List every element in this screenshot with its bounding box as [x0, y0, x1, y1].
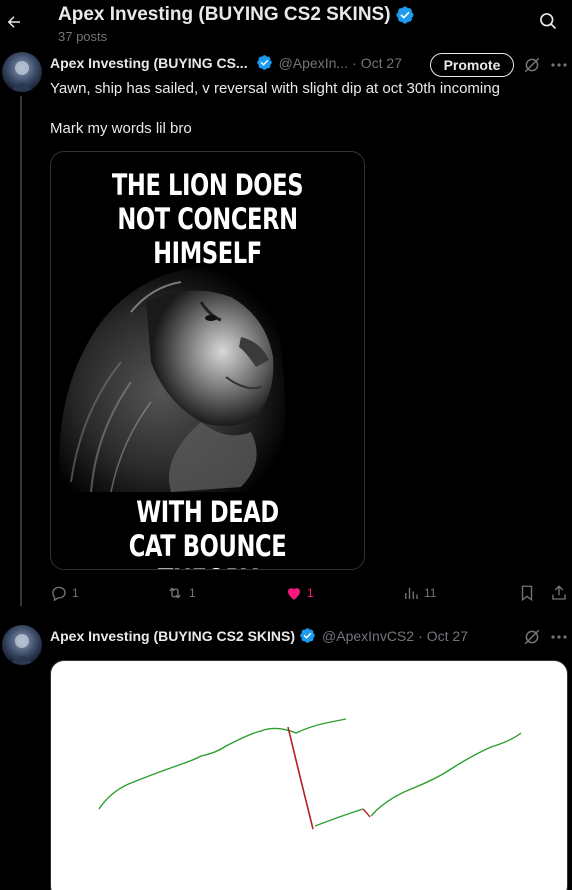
reply-count: 1 — [72, 586, 79, 600]
more-icon[interactable] — [550, 628, 568, 646]
bookmark-icon — [521, 585, 533, 602]
tweet-text-line1: Yawn, ship has sailed, v reversal with s… — [50, 80, 500, 97]
repost-count: 1 — [189, 586, 196, 600]
tweet-date[interactable]: Oct 27 — [427, 628, 468, 644]
page-title: Apex Investing (BUYING CS2 SKINS) — [58, 4, 415, 26]
rising-line-segment — [98, 718, 347, 810]
avatar[interactable] — [2, 52, 42, 92]
like-button[interactable]: 1 — [285, 582, 314, 604]
thread-line — [20, 96, 22, 606]
views-icon — [405, 587, 418, 599]
grok-icon[interactable] — [523, 628, 541, 646]
separator-dot: · — [418, 627, 423, 644]
separator-dot: · — [352, 54, 357, 71]
page-title-text: Apex Investing (BUYING CS2 SKINS) — [58, 4, 391, 25]
tweet-date[interactable]: Oct 27 — [361, 55, 402, 71]
meme-top-line1: THE LION DOES — [111, 168, 304, 202]
bookmark-button[interactable] — [518, 582, 536, 604]
tweet-header: Apex Investing (BUYING CS... @ApexIn... … — [50, 54, 402, 71]
tweet-actions: 1 1 1 11 — [50, 582, 570, 604]
author-handle[interactable]: @ApexIn... — [279, 55, 348, 71]
verified-badge-icon — [300, 628, 315, 643]
meme-bottom-line2: CAT BOUNCE THEORY — [128, 529, 287, 569]
reply-icon — [52, 586, 66, 602]
chart-image[interactable] — [50, 660, 568, 890]
verified-badge-icon — [396, 6, 414, 24]
repost-icon — [169, 587, 181, 599]
avatar[interactable] — [2, 625, 42, 665]
tweet-header: Apex Investing (BUYING CS2 SKINS) @ApexI… — [50, 627, 468, 644]
views-button[interactable]: 11 — [402, 582, 436, 604]
dip-line-segment — [362, 808, 371, 818]
share-icon — [552, 585, 566, 600]
grok-icon[interactable] — [523, 56, 541, 74]
meme-caption-bottom: WITH DEAD CAT BOUNCE THEORY — [85, 495, 329, 569]
search-icon[interactable] — [538, 11, 560, 33]
author-handle[interactable]: @ApexInvCS2 — [322, 628, 414, 644]
meme-bottom-line1: WITH DEAD — [136, 495, 279, 529]
profile-header: Apex Investing (BUYING CS2 SKINS) 37 pos… — [0, 0, 572, 47]
meme-image[interactable]: THE LION DOES NOT CONCERN HIMSELF WITH D… — [50, 151, 365, 570]
like-icon — [288, 588, 300, 600]
more-icon[interactable] — [550, 56, 568, 74]
rally-line-segment — [370, 732, 522, 817]
like-count: 1 — [307, 586, 314, 600]
verified-badge-icon — [256, 55, 272, 70]
lion-illustration — [59, 267, 286, 492]
tweet-text-line2: Mark my words lil bro — [50, 120, 192, 137]
back-arrow-icon[interactable] — [4, 8, 24, 36]
promote-button[interactable]: Promote — [430, 53, 514, 77]
crash-line-segment — [287, 726, 314, 830]
recovery-line-segment — [314, 808, 364, 827]
post-count: 37 posts — [58, 29, 108, 44]
views-count: 11 — [424, 586, 437, 600]
author-name[interactable]: Apex Investing (BUYING CS2 SKINS) — [50, 628, 295, 644]
author-name[interactable]: Apex Investing (BUYING CS... — [50, 55, 248, 71]
repost-button[interactable]: 1 — [165, 582, 196, 604]
hand-drawn-line-drawing — [98, 718, 522, 830]
reply-button[interactable]: 1 — [50, 582, 79, 604]
share-button[interactable] — [550, 582, 568, 604]
